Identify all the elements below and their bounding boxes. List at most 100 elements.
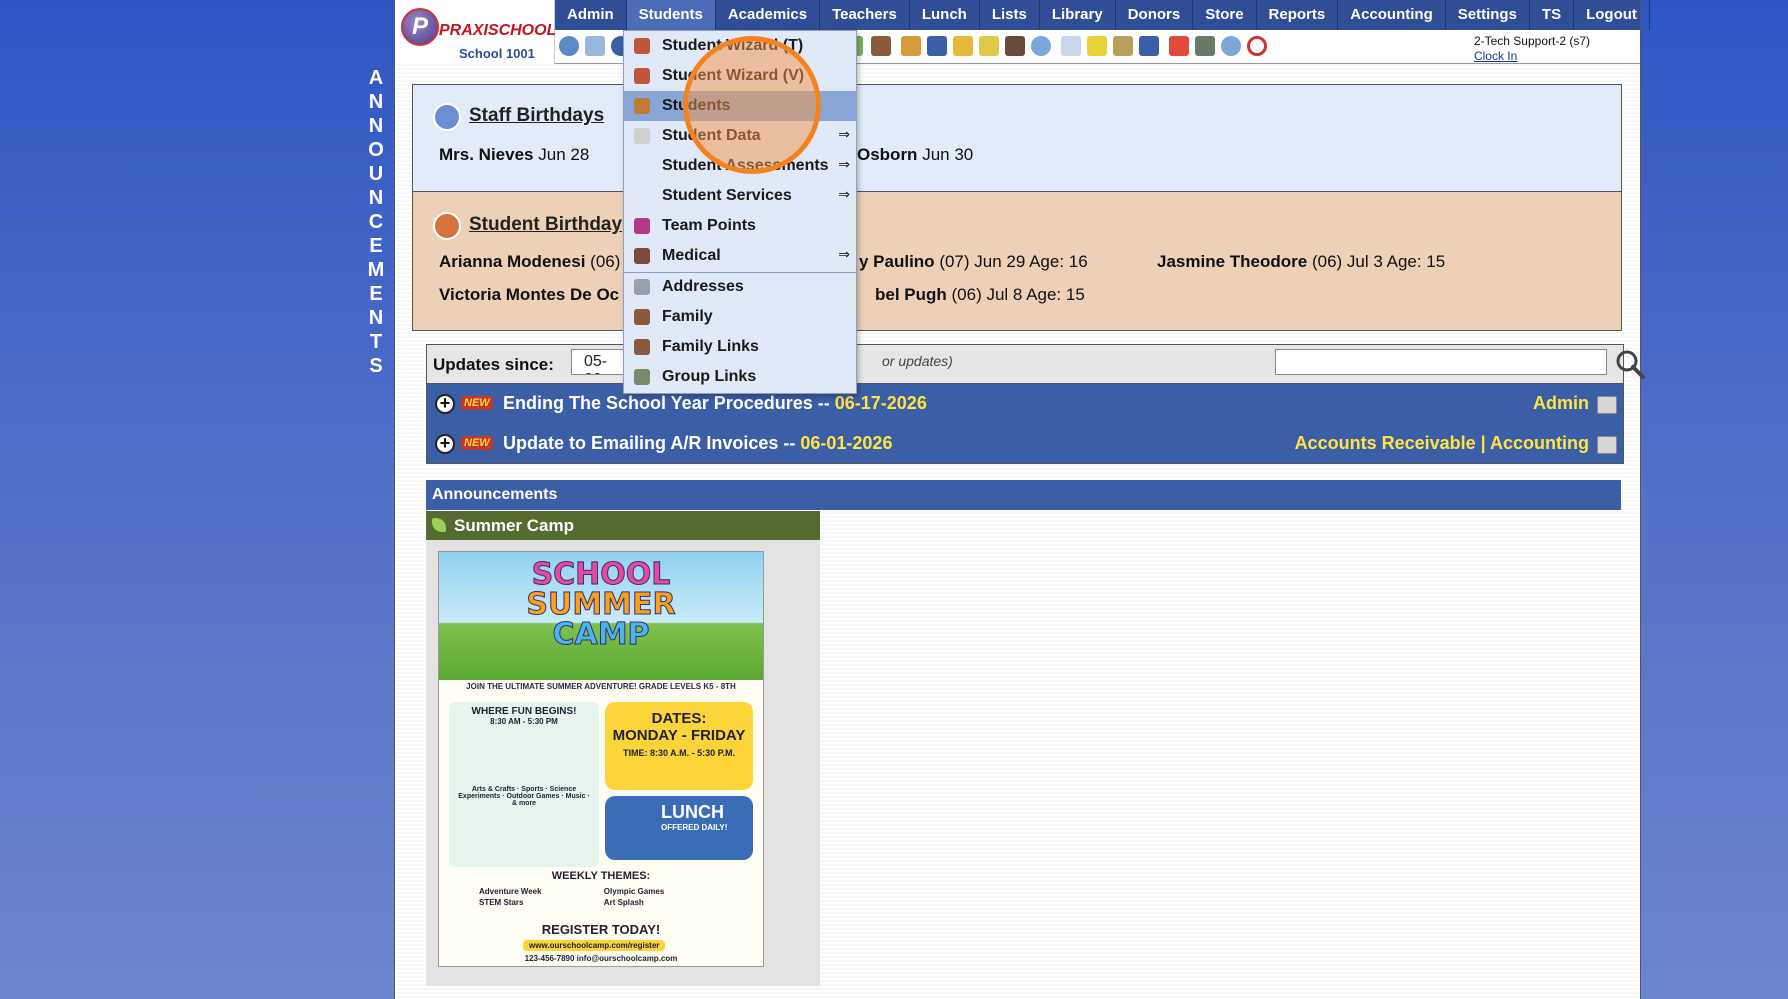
updates-search-input[interactable] <box>1275 349 1607 375</box>
poster-activities: WHERE FUN BEGINS! 8:30 AM - 5:30 PM Arts… <box>449 702 599 867</box>
student-birthday-entry: Arianna Modenesi (06) <box>439 252 621 271</box>
announcements-vertical-label: ANNOUNCEMENTS <box>366 66 386 378</box>
printer-icon[interactable] <box>1113 36 1133 56</box>
logo[interactable]: P PRAXISCHOOL School 1001 <box>395 0 556 64</box>
nav-ts[interactable]: TS <box>1530 0 1575 30</box>
student-wizard-icon <box>634 68 650 84</box>
side-label-letter: N <box>368 91 384 113</box>
cash-icon[interactable] <box>1195 36 1215 56</box>
poster-lunch: LUNCH OFFERED DAILY! <box>605 796 753 860</box>
menu-item-label: Group Links <box>662 368 757 385</box>
user-info: 2-Tech Support-2 (s7) Clock In <box>1474 34 1590 64</box>
announcement-title[interactable]: Summer Camp <box>426 511 820 540</box>
print-icon[interactable] <box>1597 436 1617 454</box>
address-card-icon <box>634 279 650 295</box>
student-birthdays-panel: Student Birthday Arianna Modenesi (06) y… <box>412 191 1622 331</box>
nav-accounting[interactable]: Accounting <box>1338 0 1446 30</box>
search-icon[interactable] <box>1613 347 1647 381</box>
side-label-letter: S <box>369 355 383 377</box>
menu-item-label: Family <box>662 308 713 325</box>
leaf-icon <box>432 518 446 532</box>
side-label-letter: C <box>368 211 384 233</box>
poster-themes-title: WEEKLY THEMES: <box>551 870 651 882</box>
nav-library[interactable]: Library <box>1040 0 1116 30</box>
poster-title: SCHOOL SUMMER CAMP <box>526 557 676 652</box>
new-badge: NEW <box>461 436 493 450</box>
ap-icon[interactable] <box>1139 36 1159 56</box>
cake-icon <box>433 103 461 131</box>
nav-lunch[interactable]: Lunch <box>910 0 980 30</box>
medical-icon <box>634 248 650 264</box>
click-indicator <box>683 36 821 174</box>
book-icon[interactable] <box>927 36 947 56</box>
print-icon[interactable] <box>1597 396 1617 414</box>
nav-reports[interactable]: Reports <box>1257 0 1339 30</box>
nav-teachers[interactable]: Teachers <box>820 0 910 30</box>
lunch-icon[interactable] <box>901 36 921 56</box>
grid-icon[interactable] <box>585 36 605 56</box>
clock-icon[interactable] <box>1031 36 1051 56</box>
user-name: 2-Tech Support-2 (s7) <box>1473 34 1590 48</box>
nav-students[interactable]: Students <box>626 0 716 30</box>
poster-register: REGISTER TODAY! <box>541 922 661 937</box>
card-icon[interactable] <box>1087 36 1107 56</box>
student-birthday-entry: y Paulino (07) Jun 29 Age: 16 <box>859 252 1088 271</box>
announcement-card: Summer Camp SCHOOL SUMMER CAMP JOIN THE … <box>426 511 820 986</box>
update-row[interactable]: + NEW Update to Emailing A/R Invoices --… <box>427 424 1623 464</box>
nav-admin[interactable]: Admin <box>555 0 627 30</box>
update-title[interactable]: Ending The School Year Procedures -- 06-… <box>503 393 927 414</box>
family-icon <box>634 309 650 325</box>
nav-store[interactable]: Store <box>1193 0 1257 30</box>
menu-item-group-links[interactable]: Group Links <box>624 362 856 392</box>
menu-item-label: Medical <box>662 247 721 264</box>
student-birthday-entry: Jasmine Theodore (06) Jul 3 Age: 15 <box>1157 252 1446 271</box>
update-tags[interactable]: Admin <box>1533 393 1589 414</box>
nav-academics[interactable]: Academics <box>716 0 821 30</box>
staff-birthday-entry: Osborn Jun 30 <box>857 145 974 164</box>
menu-item-addresses[interactable]: Addresses <box>624 272 856 302</box>
updates-hint: or updates) <box>882 353 953 369</box>
nav-logout[interactable]: Logout <box>1574 0 1650 30</box>
side-label-letter: O <box>368 139 384 161</box>
menu-item-medical[interactable]: Medical ⇒ <box>624 241 856 271</box>
submenu-arrow-icon: ⇒ <box>838 246 850 262</box>
announcements-header: Announcements <box>426 480 1621 510</box>
menu-item-family-links[interactable]: Family Links <box>624 332 856 362</box>
family-icon[interactable] <box>871 36 891 56</box>
pdf-icon[interactable] <box>1169 36 1189 56</box>
nav-donors[interactable]: Donors <box>1116 0 1194 30</box>
calendar-icon[interactable] <box>1061 36 1081 56</box>
updates-date-field[interactable]: 05-20 <box>571 349 631 375</box>
search-icon[interactable] <box>559 36 579 56</box>
nav-lists[interactable]: Lists <box>980 0 1040 30</box>
clock-in-link[interactable]: Clock In <box>1474 49 1590 64</box>
poster-contact: 123-456-7890 info@ourschoolcamp.com <box>524 954 678 963</box>
student-birthdays-title[interactable]: Student Birthday <box>469 214 622 236</box>
update-tags[interactable]: Accounts Receivable | Accounting <box>1295 433 1589 454</box>
side-label-letter: M <box>367 259 385 281</box>
power-icon[interactable] <box>1247 36 1267 56</box>
expand-icon[interactable]: + <box>435 434 455 454</box>
update-title[interactable]: Update to Emailing A/R Invoices -- 06-01… <box>503 433 892 454</box>
staff-birthday-entry: Mrs. Nieves Jun 28 <box>439 145 590 164</box>
expand-icon[interactable]: + <box>435 394 455 414</box>
menu-item-label: Student Services <box>662 187 792 204</box>
update-row[interactable]: + NEW Ending The School Year Procedures … <box>427 384 1623 424</box>
teacher-icon[interactable] <box>1005 36 1025 56</box>
poster-url: www.ourschoolcamp.com/register <box>523 940 666 951</box>
menu-item-family[interactable]: Family <box>624 302 856 332</box>
main-frame: P PRAXISCHOOL School 1001 Admin Students A… <box>394 0 1650 999</box>
menu-item-team-points[interactable]: Team Points <box>624 211 856 241</box>
updates-list: + NEW Ending The School Year Procedures … <box>426 384 1624 464</box>
info-icon[interactable] <box>1221 36 1241 56</box>
staff-birthdays-title[interactable]: Staff Birthdays <box>469 105 604 127</box>
menu-item-student-services[interactable]: Student Services ⇒ <box>624 181 856 211</box>
logo-mark: P <box>401 8 439 46</box>
bell-icon[interactable] <box>953 36 973 56</box>
nav-settings[interactable]: Settings <box>1446 0 1530 30</box>
side-label-letter: T <box>369 331 383 353</box>
transfer-icon[interactable] <box>979 36 999 56</box>
poster-dates: DATES: MONDAY - FRIDAY TIME: 8:30 A.M. -… <box>605 702 753 790</box>
data-icon <box>634 128 650 144</box>
student-birthday-entry: bel Pugh (06) Jul 8 Age: 15 <box>875 285 1085 304</box>
